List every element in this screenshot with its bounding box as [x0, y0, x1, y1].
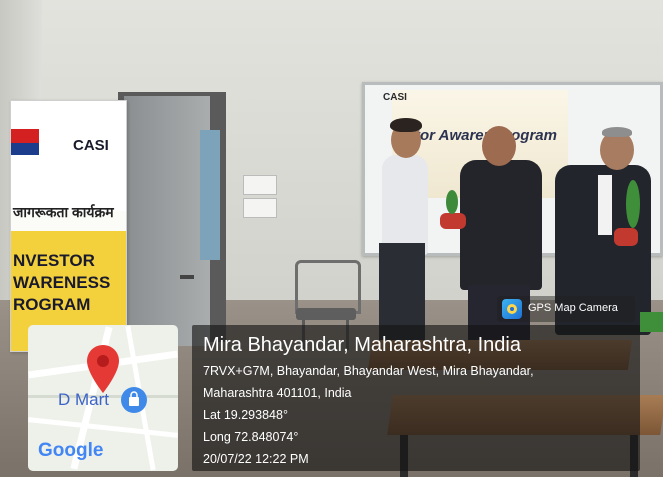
green-object — [640, 312, 663, 332]
map-place-label: D Mart — [58, 390, 109, 409]
door-handle — [180, 275, 194, 279]
logo-mark — [11, 143, 39, 155]
switch-board — [243, 175, 277, 195]
shirt-collar — [598, 175, 612, 235]
potted-plant — [440, 213, 466, 229]
google-logo: Google — [38, 440, 104, 461]
gps-camera-label: GPS Map Camera — [528, 302, 618, 314]
banner-line: ROGRAM — [13, 295, 91, 314]
switch-board — [243, 198, 277, 218]
board-label: CASI — [383, 92, 407, 103]
chair-seat — [296, 308, 356, 320]
banner-line: NVESTOR — [13, 251, 95, 270]
logo-mark — [11, 129, 39, 143]
door-window — [200, 130, 220, 260]
person-head — [482, 126, 516, 166]
plant-leaves — [626, 180, 640, 228]
door — [124, 96, 210, 346]
potted-plant — [614, 228, 638, 246]
person-hair — [602, 127, 632, 137]
timestamp: 20/07/22 12:22 PM — [203, 452, 309, 466]
address-line: Maharashtra 401101, India — [203, 386, 352, 400]
banner-line: WARENESS — [13, 273, 111, 292]
banner-header — [11, 101, 126, 211]
photo-scene: CASI जागरूकता कार्यक्रम NVESTOR WARENESS… — [0, 0, 663, 477]
person-white-shirt-torso — [382, 155, 428, 255]
banner-org: CASI — [73, 137, 109, 154]
person-suit-torso — [460, 160, 542, 290]
plant-leaves — [446, 190, 458, 214]
shopping-bag-icon — [121, 387, 147, 413]
chair-back — [295, 260, 361, 314]
banner-hindi-title: जागरूकता कार्यक्रम — [13, 204, 114, 220]
latitude-readout: Lat 19.293848° — [203, 408, 288, 422]
longitude-readout: Long 72.848074° — [203, 430, 299, 444]
address-line: 7RVX+G7M, Bhayandar, Bhayandar West, Mir… — [203, 364, 534, 378]
location-title: Mira Bhayandar, Maharashtra, India — [203, 334, 521, 356]
gps-camera-icon — [502, 299, 522, 319]
program-banner: CASI जागरूकता कार्यक्रम NVESTOR WARENESS… — [10, 100, 127, 352]
person-hair — [390, 118, 422, 132]
